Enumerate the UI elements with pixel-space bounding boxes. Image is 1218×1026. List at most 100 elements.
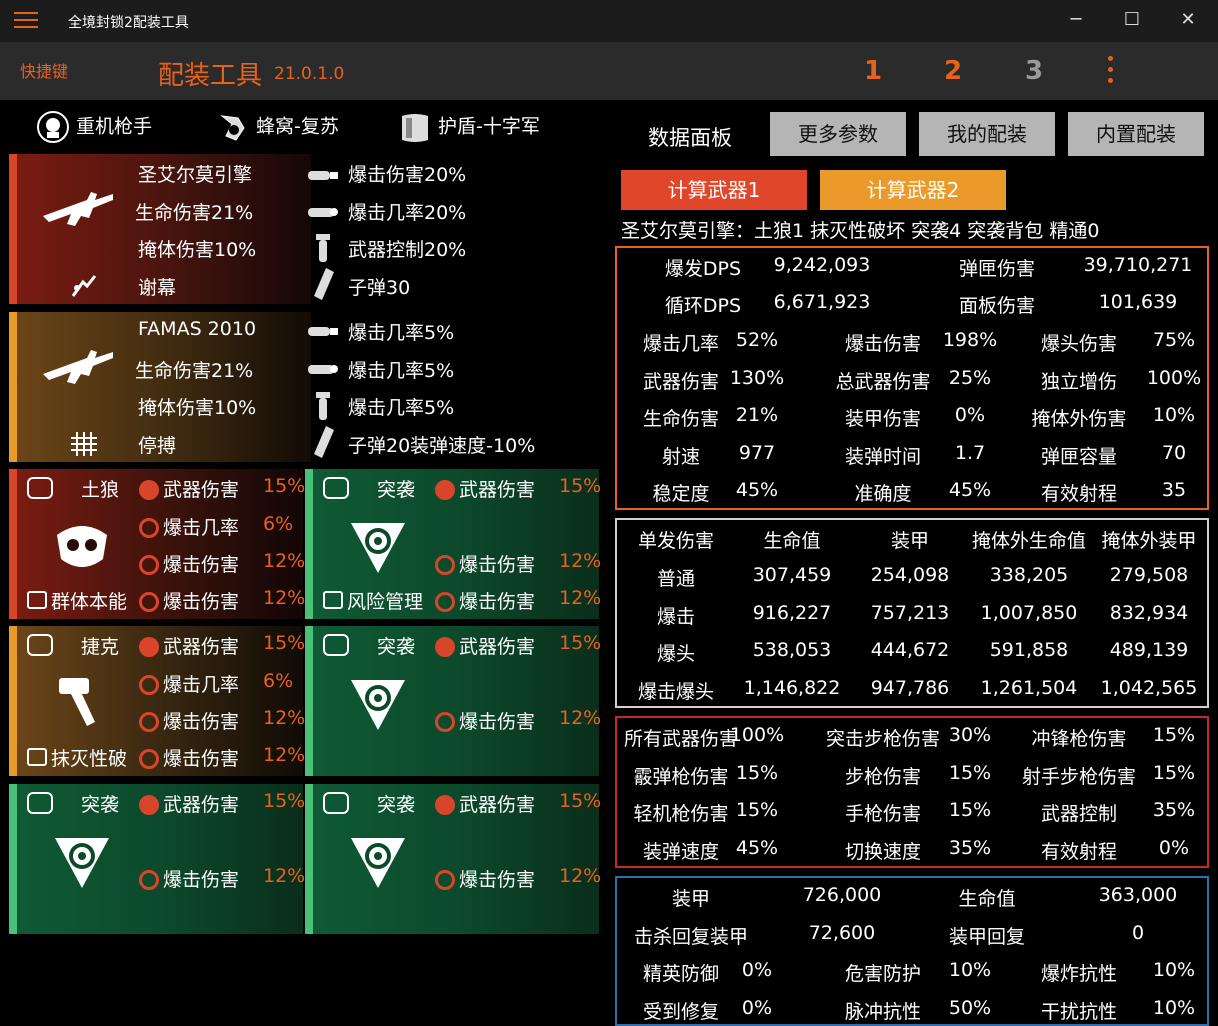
- gear-attribute-icon: [139, 480, 159, 500]
- grip-icon: [316, 392, 330, 420]
- striker-emblem-icon: [351, 838, 405, 888]
- gear-attribute-name: 爆击伤害: [163, 869, 240, 891]
- weapon-stat: 掩体伤害10%: [138, 397, 257, 419]
- weapon-name: 圣艾尔莫引擎: [138, 164, 253, 186]
- stat-cell: 21%: [735, 404, 779, 426]
- magazine-icon: [314, 268, 334, 300]
- gear-slot-icon: [27, 792, 53, 814]
- shield-icon: [402, 114, 428, 142]
- more-params-button[interactable]: 更多参数: [770, 112, 906, 156]
- damage-table-cell: 254,098: [870, 564, 950, 586]
- gear-slot-icon: [27, 634, 53, 656]
- barrel-icon: [308, 208, 338, 217]
- shortcut-button[interactable]: 快捷键: [20, 58, 68, 82]
- stat-cell: 6,671,923: [773, 291, 871, 313]
- defense-cell: 生命值: [958, 888, 1016, 910]
- gear-attribute-name: 爆击伤害: [459, 554, 536, 576]
- rifle-icon: [43, 350, 113, 384]
- attribute-text: 爆击几率5%: [348, 360, 455, 382]
- stat-cell: 生命伤害: [642, 408, 719, 430]
- gear-card[interactable]: 突袭 武器伤害 15% 爆击伤害 12%: [305, 784, 601, 934]
- gear-attribute-value: 12%: [263, 587, 306, 609]
- gear-attribute-icon: [435, 555, 455, 575]
- gear-slot-icon: [323, 792, 349, 814]
- gear-card[interactable]: 土狼 群体本能 武器伤害 15% 爆击几率 6% 爆击伤害 12% 爆击伤害 12%: [9, 469, 306, 619]
- stat-cell: 52%: [735, 329, 779, 351]
- gear-attribute-icon: [435, 795, 455, 815]
- damage-table-cell: 爆击爆头: [637, 680, 714, 703]
- gear-attribute-name: 爆击伤害: [459, 711, 536, 733]
- striker-emblem-icon: [351, 523, 405, 573]
- stat-cell: 1.7: [954, 441, 986, 464]
- gear-attribute-value: 12%: [263, 707, 306, 729]
- stat-cell: 0%: [954, 404, 986, 426]
- gear-brand: 土狼: [81, 479, 120, 501]
- attribute-text: 子弹30: [348, 277, 411, 299]
- damage-table-box: 单发伤害 生命值 装甲 掩体外生命值 掩体外装甲 普通 307,459 254,098 338,…: [615, 518, 1209, 708]
- gear-card[interactable]: 突袭 风险管理 武器伤害 15% 爆击伤害 12% 爆击伤害 12%: [305, 469, 601, 619]
- talent-icon: [71, 275, 97, 297]
- weapon-card-1[interactable]: 圣艾尔莫引擎 生命伤害21% 掩体伤害10% 谢幕: [9, 154, 311, 304]
- defense-cell: 装甲回复: [948, 925, 1025, 948]
- attribute-text: 爆击伤害20%: [348, 164, 467, 186]
- defense-cell: 干扰抗性: [1040, 1000, 1117, 1023]
- damage-table-cell: 279,508: [1109, 564, 1189, 586]
- stat-cell: 39,710,271: [1083, 254, 1193, 276]
- page-1-button[interactable]: 1: [864, 56, 882, 86]
- gear-attribute-value: 12%: [263, 744, 306, 766]
- gear-attribute-icon: [139, 749, 159, 769]
- app-title: 配装工具: [158, 61, 263, 91]
- stat-cell: 35: [1161, 479, 1187, 501]
- gear-card[interactable]: 突袭 武器伤害 15% 爆击伤害 12%: [305, 626, 601, 776]
- weapon-bonus-cell: 霰弹枪伤害: [633, 765, 729, 788]
- gear-attribute-icon: [139, 555, 159, 575]
- damage-table-header: 掩体外生命值: [971, 530, 1086, 552]
- talent-icon: [323, 591, 343, 609]
- defense-cell: 50%: [948, 996, 992, 1019]
- calc-weapon-2-button[interactable]: 计算武器2: [820, 170, 1006, 210]
- weapon-card-2[interactable]: FAMAS 2010 生命伤害21% 掩体伤害10% 停搏: [9, 312, 311, 462]
- coyote-mask-icon: [57, 526, 107, 567]
- page-3-button[interactable]: 3: [1025, 56, 1043, 86]
- stat-cell: 25%: [948, 366, 992, 389]
- gear-attribute-value: 12%: [263, 550, 306, 572]
- gear-attribute-name: 武器伤害: [163, 794, 240, 816]
- hive-icon: [220, 115, 245, 141]
- magazine-icon: [314, 426, 334, 458]
- stat-cell: 面板伤害: [958, 295, 1035, 317]
- gear-attribute-name: 武器伤害: [163, 479, 240, 501]
- window-title: 全境封锁2配装工具: [68, 15, 189, 31]
- stat-cell: 70: [1161, 441, 1187, 464]
- gear-attribute-icon: [139, 870, 159, 890]
- minimize-button[interactable]: ─: [1060, 8, 1092, 32]
- weapon-bonus-cell: 0%: [1158, 836, 1190, 859]
- stat-cell: 9,242,093: [773, 254, 871, 276]
- gear-card[interactable]: 捷克 抹灭性破 武器伤害 15% 爆击几率 6% 爆击伤害 12% 爆击伤害 12%: [9, 626, 306, 776]
- spec-gunner[interactable]: 重机枪手: [36, 110, 152, 146]
- damage-table-cell: 338,205: [989, 564, 1069, 586]
- builtin-builds-button[interactable]: 内置配装: [1068, 112, 1204, 156]
- calc-weapon-1-button[interactable]: 计算武器1: [621, 170, 807, 210]
- spec-shield[interactable]: 护盾-十字军: [398, 110, 540, 146]
- damage-table-header: 生命值: [763, 530, 821, 552]
- close-button[interactable]: ✕: [1172, 8, 1204, 32]
- spec-hive[interactable]: 蜂窝-复苏: [216, 110, 339, 146]
- gear-attribute-name: 爆击几率: [163, 674, 240, 696]
- more-options-icon[interactable]: [1108, 56, 1116, 86]
- stat-cell: 装弹时间: [844, 445, 921, 468]
- defense-cell: 10%: [948, 959, 992, 981]
- stat-cell: 武器伤害: [642, 370, 719, 393]
- defense-cell: 10%: [1152, 959, 1196, 981]
- stat-cell: 198%: [942, 329, 998, 351]
- my-builds-button[interactable]: 我的配装: [919, 112, 1055, 156]
- hammer-icon: [59, 678, 95, 726]
- gear-attribute-icon: [139, 518, 159, 538]
- gear-card[interactable]: 突袭 武器伤害 15% 爆击伤害 12%: [9, 784, 305, 934]
- maximize-button[interactable]: ☐: [1116, 8, 1148, 32]
- hamburger-menu-icon[interactable]: [14, 12, 38, 30]
- page-2-button[interactable]: 2: [944, 56, 962, 86]
- stat-cell: 装甲伤害: [844, 408, 921, 430]
- striker-emblem-icon: [55, 838, 109, 888]
- damage-table-cell: 爆头: [656, 643, 695, 665]
- damage-table-cell: 832,934: [1109, 601, 1189, 624]
